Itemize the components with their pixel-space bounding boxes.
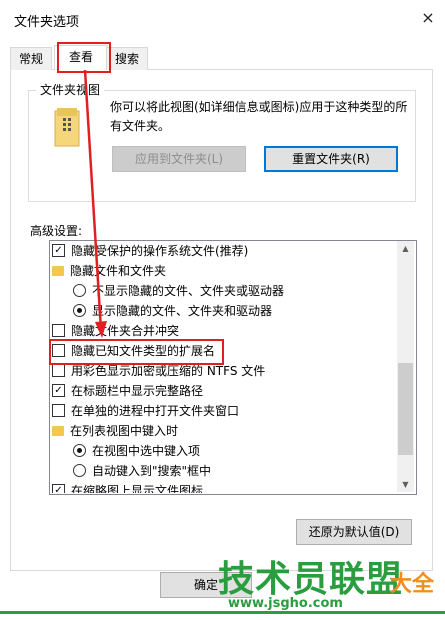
advanced-item-label: 在标题栏中显示完整路径: [71, 384, 204, 398]
restore-defaults-button[interactable]: 还原为默认值(D): [296, 519, 412, 545]
checkbox-checked[interactable]: ✓: [52, 244, 65, 257]
advanced-item-label: 自动键入到"搜索"框中: [92, 464, 212, 478]
advanced-item-checkbox[interactable]: 隐藏文件夹合并冲突: [52, 321, 179, 341]
radio-selected[interactable]: [73, 444, 86, 457]
advanced-settings-label: 高级设置:: [30, 224, 83, 238]
advanced-item-checkbox[interactable]: 在单独的进程中打开文件夹窗口: [52, 401, 239, 421]
scroll-down-icon[interactable]: ▼: [397, 478, 414, 492]
advanced-item-label: 在单独的进程中打开文件夹窗口: [71, 404, 240, 418]
watermark-right: 大全: [390, 572, 435, 597]
advanced-item-label: 不显示隐藏的文件、文件夹或驱动器: [92, 284, 285, 298]
radio[interactable]: [73, 464, 86, 477]
advanced-item-label: 在列表视图中键入时: [70, 424, 179, 438]
folder-views-description: 你可以将此视图(如详细信息或图标)应用于这种类型的所有文件夹。: [110, 100, 408, 133]
checkbox[interactable]: [52, 324, 65, 337]
advanced-item-folder: 在列表视图中键入时: [52, 421, 178, 441]
bottom-strip: [0, 611, 445, 614]
radio-selected[interactable]: [73, 304, 86, 317]
reset-folders-button[interactable]: 重置文件夹(R): [264, 146, 398, 172]
advanced-item-label: 在缩略图上显示文件图标: [71, 484, 204, 493]
advanced-item-checkbox[interactable]: ✓ 在缩略图上显示文件图标: [52, 481, 203, 493]
checkbox[interactable]: [52, 364, 65, 377]
advanced-item-label: 隐藏文件夹合并冲突: [71, 324, 180, 338]
advanced-item-radio[interactable]: 在视图中选中键入项: [73, 441, 200, 461]
radio[interactable]: [73, 284, 86, 297]
advanced-item-label: 隐藏文件和文件夹: [70, 264, 167, 278]
advanced-item-radio[interactable]: 不显示隐藏的文件、文件夹或驱动器: [73, 281, 284, 301]
checkbox-checked[interactable]: ✓: [52, 384, 65, 397]
advanced-item-folder: 隐藏文件和文件夹: [52, 261, 166, 281]
checkbox-checked[interactable]: ✓: [52, 484, 65, 493]
folder-icon: [52, 265, 64, 276]
advanced-item-radio[interactable]: 显示隐藏的文件、文件夹和驱动器: [73, 301, 272, 321]
checkbox[interactable]: [52, 404, 65, 417]
window-title: 文件夹选项: [14, 15, 80, 30]
advanced-item-radio[interactable]: 自动键入到"搜索"框中: [73, 461, 211, 481]
highlight-box-tab: [57, 42, 111, 73]
folder-views-title: 文件夹视图: [36, 81, 105, 98]
advanced-item-label: 显示隐藏的文件、文件夹和驱动器: [92, 304, 273, 318]
watermark-text: 技术员联盟: [218, 559, 404, 600]
tab-search[interactable]: 搜索: [106, 47, 148, 70]
folder-icon: [52, 425, 64, 436]
highlight-box-row: [49, 339, 224, 365]
advanced-item-checkbox[interactable]: ✓ 在标题栏中显示完整路径: [52, 381, 203, 401]
advanced-item-label: 隐藏受保护的操作系统文件(推荐): [71, 244, 249, 258]
apply-to-folders-button[interactable]: 应用到文件夹(L): [112, 146, 246, 172]
advanced-item-label: 用彩色显示加密或压缩的 NTFS 文件: [71, 364, 266, 378]
advanced-item-checkbox[interactable]: ✓ 隐藏受保护的操作系统文件(推荐): [52, 241, 248, 261]
advanced-item-label: 在视图中选中键入项: [92, 444, 201, 458]
tab-general[interactable]: 常规: [10, 47, 52, 70]
close-icon[interactable]: ×: [418, 8, 438, 28]
scrollbar-thumb[interactable]: [398, 363, 413, 455]
scroll-up-icon[interactable]: ▲: [397, 242, 414, 256]
folder-view-icon: [54, 108, 80, 147]
watermark-url: www.jsgho.com: [228, 596, 343, 611]
